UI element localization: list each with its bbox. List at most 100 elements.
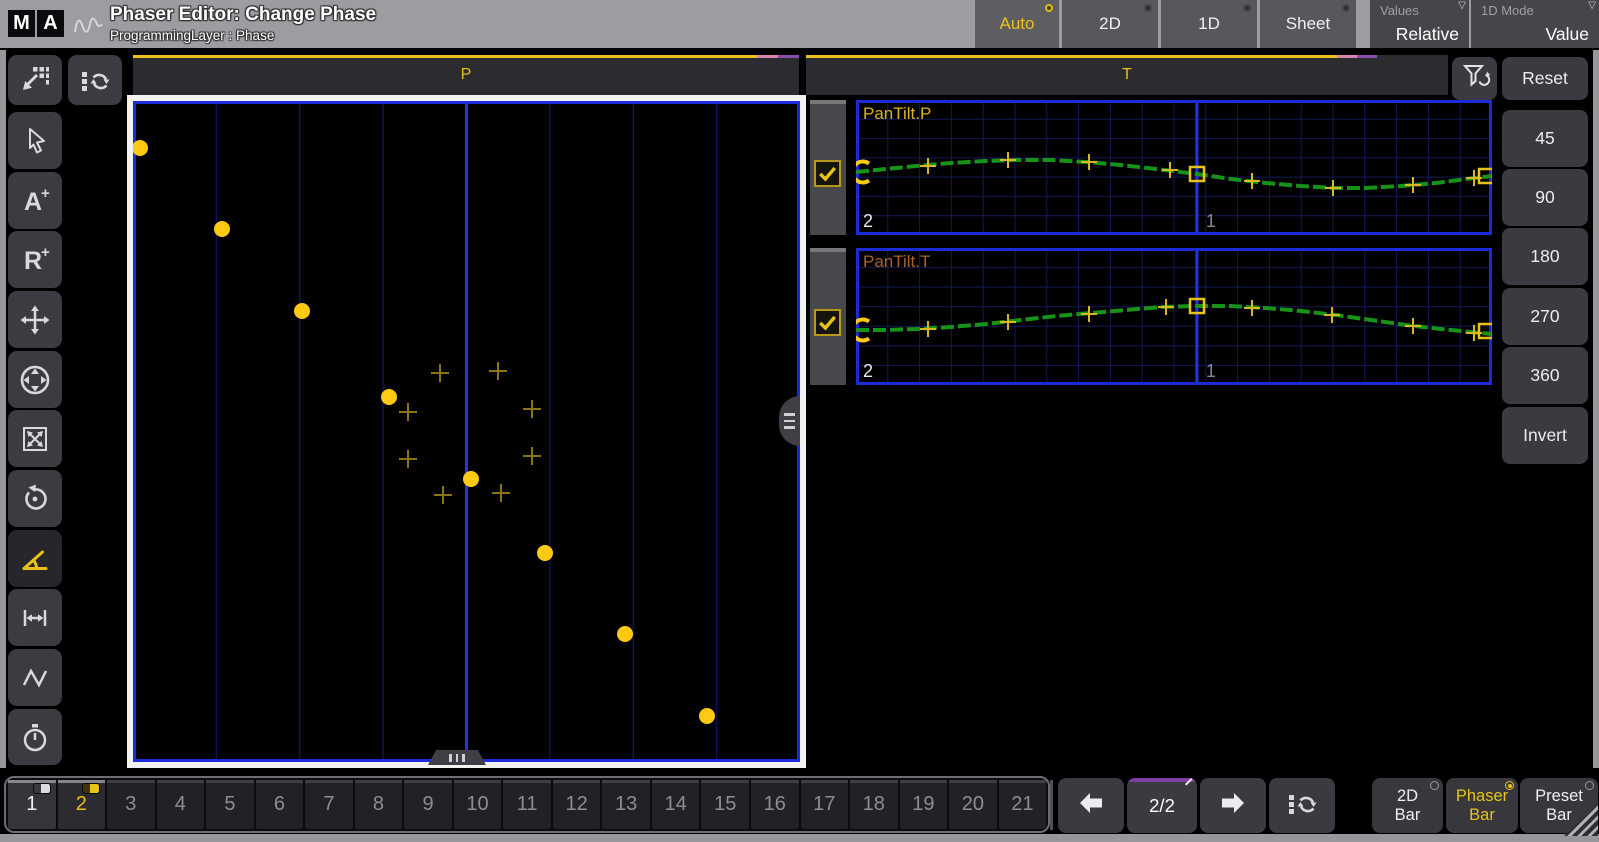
step-button-1[interactable]: 1 bbox=[8, 780, 56, 829]
transition-icon bbox=[19, 662, 51, 694]
fixture-dot-marker[interactable] bbox=[214, 221, 230, 237]
curve-point-cross[interactable] bbox=[920, 158, 936, 174]
reset-button[interactable]: Reset bbox=[1502, 57, 1588, 100]
phase-button-invert[interactable]: Invert bbox=[1502, 407, 1588, 464]
toolbar-sync-button[interactable] bbox=[68, 55, 122, 105]
step-button-21[interactable]: 21 bbox=[999, 780, 1047, 829]
phaser-2d-plot[interactable] bbox=[127, 95, 806, 768]
step-button-20[interactable]: 20 bbox=[949, 780, 997, 829]
svg-text:+: + bbox=[41, 185, 50, 202]
tab-2d[interactable]: 2D bbox=[1062, 0, 1158, 48]
curve-point-cross[interactable] bbox=[920, 321, 936, 337]
step-button-18[interactable]: 18 bbox=[850, 780, 898, 829]
step-button-9[interactable]: 9 bbox=[404, 780, 452, 829]
tab-sheet[interactable]: Sheet bbox=[1260, 0, 1356, 48]
splitter-handle-bottom[interactable] bbox=[428, 750, 486, 765]
column-header-t[interactable]: T bbox=[806, 55, 1448, 95]
step-button-7[interactable]: 7 bbox=[305, 780, 353, 829]
curve-point-cross[interactable] bbox=[1162, 162, 1178, 178]
2d-bar-button[interactable]: 2DBar bbox=[1372, 778, 1443, 833]
fixture-dot-marker[interactable] bbox=[537, 545, 553, 561]
fixture-cross-marker[interactable] bbox=[523, 400, 541, 418]
fixture-cross-marker[interactable] bbox=[434, 486, 452, 504]
step-button-14[interactable]: 14 bbox=[652, 780, 700, 829]
toolbar-width-button[interactable] bbox=[8, 589, 62, 646]
phase-button-270[interactable]: 270 bbox=[1502, 288, 1588, 345]
step-button-8[interactable]: 8 bbox=[355, 780, 403, 829]
curve-point-cross[interactable] bbox=[1324, 307, 1340, 323]
fixture-dot-marker[interactable] bbox=[463, 471, 479, 487]
track-checkbox-pantilt-p[interactable] bbox=[814, 160, 841, 187]
toolbar-add-relative-button[interactable]: R+ bbox=[8, 231, 62, 288]
toolbar-add-absolute-button[interactable]: A+ bbox=[8, 172, 62, 229]
fixture-cross-marker[interactable] bbox=[523, 447, 541, 465]
follow-steps-button[interactable] bbox=[1269, 778, 1335, 833]
curve-point-cross[interactable] bbox=[1325, 180, 1341, 196]
prev-step-button[interactable] bbox=[1058, 778, 1124, 833]
next-step-button[interactable] bbox=[1200, 778, 1266, 833]
toolbar-move-selection-button[interactable] bbox=[8, 55, 62, 105]
track-curve-plot-pantilt-t[interactable]: PanTilt.T21 bbox=[856, 248, 1492, 385]
curve-point-cross[interactable] bbox=[1000, 152, 1016, 168]
curve-point-cross[interactable] bbox=[1405, 177, 1421, 193]
dropdown-1d-mode[interactable]: 1D ModeValue▽ bbox=[1471, 0, 1599, 48]
fixture-dot-marker[interactable] bbox=[294, 303, 310, 319]
left-scrollbar[interactable] bbox=[0, 50, 6, 768]
tab-state-dot bbox=[1342, 4, 1350, 12]
dropdown-values[interactable]: ValuesRelative▽ bbox=[1370, 0, 1469, 48]
phase-button-180[interactable]: 180 bbox=[1502, 228, 1588, 285]
step-button-4[interactable]: 4 bbox=[157, 780, 205, 829]
phase-button-360[interactable]: 360 bbox=[1502, 347, 1588, 404]
toolbar-speed-button[interactable] bbox=[8, 709, 62, 765]
fixture-dot-marker[interactable] bbox=[699, 708, 715, 724]
track-checkbox-pantilt-t[interactable] bbox=[814, 309, 841, 336]
phase-button-45[interactable]: 45 bbox=[1502, 110, 1588, 167]
fixture-cross-marker[interactable] bbox=[399, 403, 417, 421]
step-button-19[interactable]: 19 bbox=[900, 780, 948, 829]
step-number: 10 bbox=[466, 793, 488, 816]
fixture-cross-marker[interactable] bbox=[492, 484, 510, 502]
step-number-right: 1 bbox=[1206, 361, 1216, 381]
step-button-2[interactable]: 2 bbox=[58, 780, 106, 829]
curve-point-cross[interactable] bbox=[1158, 299, 1174, 315]
step-button-13[interactable]: 13 bbox=[602, 780, 650, 829]
right-scrollbar[interactable] bbox=[1593, 50, 1599, 768]
toolbar-pointer-button[interactable] bbox=[8, 112, 62, 169]
step-button-17[interactable]: 17 bbox=[801, 780, 849, 829]
step-button-5[interactable]: 5 bbox=[206, 780, 254, 829]
curve-point-cross[interactable] bbox=[1000, 314, 1016, 330]
fixture-cross-marker[interactable] bbox=[399, 450, 417, 468]
curve-point-cross[interactable] bbox=[1081, 306, 1097, 322]
phaser-bar-button[interactable]: PhaserBar bbox=[1446, 778, 1518, 833]
track-curve-plot-pantilt-p[interactable]: PanTilt.P21 bbox=[856, 100, 1492, 235]
step-button-16[interactable]: 16 bbox=[751, 780, 799, 829]
toolbar-rotate-button[interactable] bbox=[8, 470, 62, 527]
toolbar-phase-button[interactable] bbox=[8, 530, 62, 587]
curve-point-cross[interactable] bbox=[1405, 318, 1421, 334]
filter-button[interactable] bbox=[1452, 57, 1497, 100]
fixture-cross-marker[interactable] bbox=[431, 364, 449, 382]
fixture-cross-marker[interactable] bbox=[489, 362, 507, 380]
curve-point-cross[interactable] bbox=[1244, 173, 1260, 189]
step-button-15[interactable]: 15 bbox=[701, 780, 749, 829]
step-button-3[interactable]: 3 bbox=[107, 780, 155, 829]
column-header-p[interactable]: P bbox=[133, 55, 799, 95]
tab-1d[interactable]: 1D bbox=[1161, 0, 1257, 48]
phase-button-90[interactable]: 90 bbox=[1502, 169, 1588, 226]
fixture-dot-marker[interactable] bbox=[617, 626, 633, 642]
step-button-11[interactable]: 11 bbox=[503, 780, 551, 829]
step-button-10[interactable]: 10 bbox=[454, 780, 502, 829]
curve-point-cross[interactable] bbox=[1081, 154, 1097, 170]
fixture-dot-marker[interactable] bbox=[133, 140, 148, 156]
curve-point-cross[interactable] bbox=[1244, 300, 1260, 316]
toolbar-move-circle-button[interactable] bbox=[8, 351, 62, 408]
toolbar-move-button[interactable] bbox=[8, 291, 62, 348]
toolbar-transition-button[interactable] bbox=[8, 649, 62, 706]
step-button-12[interactable]: 12 bbox=[553, 780, 601, 829]
step-page-indicator[interactable]: 2/2 bbox=[1127, 778, 1197, 833]
page-label: 2/2 bbox=[1149, 795, 1175, 817]
toolbar-scale-button[interactable] bbox=[8, 410, 62, 467]
fixture-dot-marker[interactable] bbox=[381, 389, 397, 405]
tab-auto[interactable]: Auto bbox=[975, 0, 1059, 48]
step-button-6[interactable]: 6 bbox=[256, 780, 304, 829]
